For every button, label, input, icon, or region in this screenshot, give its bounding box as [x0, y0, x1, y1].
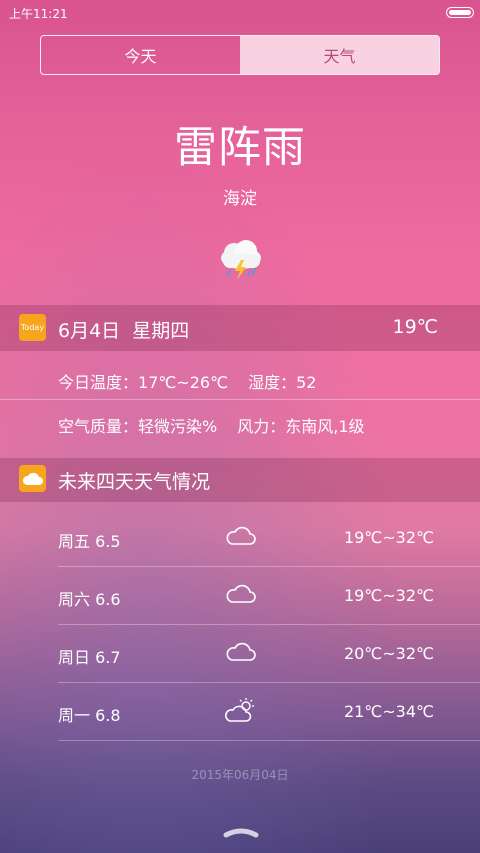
forecast-row: 周一 6.8 21℃~34℃: [0, 683, 480, 741]
tab-weather[interactable]: 天气: [240, 36, 439, 74]
date-label: 6月4日: [58, 320, 121, 342]
status-time: 上午11:21: [9, 7, 68, 21]
forecast-title: 未来四天天气情况: [58, 471, 211, 493]
weekday-label: 星期四: [132, 320, 190, 342]
forecast-row: 周六 6.6 19℃~32℃: [0, 567, 480, 625]
temp-range-value: 17℃~26℃: [138, 373, 229, 392]
wind-value: 东南风,1级: [285, 417, 365, 436]
thunderstorm-icon: [221, 240, 261, 280]
divider: [0, 399, 480, 400]
forecast-day: 周日 6.7: [58, 648, 121, 667]
forecast-row: 周五 6.5 19℃~32℃: [0, 509, 480, 567]
air-wind-row: 空气质量：轻微污染% 风力：东南风,1级: [58, 413, 365, 437]
today-date: 6月4日 星期四: [58, 316, 189, 343]
humidity-value: 52: [296, 373, 317, 392]
temp-range-label: 今日温度：: [58, 373, 139, 392]
forecast-day: 周一 6.8: [58, 706, 121, 725]
humidity-label: 湿度：: [248, 373, 297, 392]
pull-up-handle-icon[interactable]: [223, 826, 259, 838]
forecast-day: 周六 6.6: [58, 590, 121, 609]
wind-label: 风力：: [237, 417, 286, 436]
today-icon: Today: [19, 314, 46, 341]
air-quality-value: 轻微污染%: [138, 417, 218, 436]
footer-date: 2015年06月04日: [191, 768, 289, 782]
status-bar: 上午11:21: [0, 0, 480, 28]
cloud-icon: [226, 642, 256, 661]
tab-bar: 今天 天气: [40, 35, 440, 75]
cloud-icon: [22, 472, 43, 485]
city-name: 海淀: [223, 189, 257, 209]
forecast-cloud-icon: [19, 465, 46, 492]
forecast-row: 周日 6.7 20℃~32℃: [0, 625, 480, 683]
battery-icon: [446, 7, 474, 18]
partly-sunny-icon: [225, 698, 254, 722]
cloud-icon: [226, 584, 256, 603]
cloud-icon: [226, 526, 256, 545]
temperature-humidity-row: 今日温度：17℃~26℃ 湿度：52: [58, 369, 316, 393]
forecast-temp: 19℃~32℃: [343, 586, 434, 605]
forecast-temp: 20℃~32℃: [343, 644, 434, 663]
weather-condition: 雷阵雨: [174, 123, 306, 173]
current-temperature: 19℃: [392, 316, 438, 338]
air-quality-label: 空气质量：: [58, 417, 139, 436]
tab-today[interactable]: 今天: [41, 36, 240, 74]
forecast-temp: 21℃~34℃: [343, 702, 434, 721]
forecast-day: 周五 6.5: [58, 532, 121, 551]
divider: [58, 740, 480, 741]
forecast-temp: 19℃~32℃: [343, 528, 434, 547]
